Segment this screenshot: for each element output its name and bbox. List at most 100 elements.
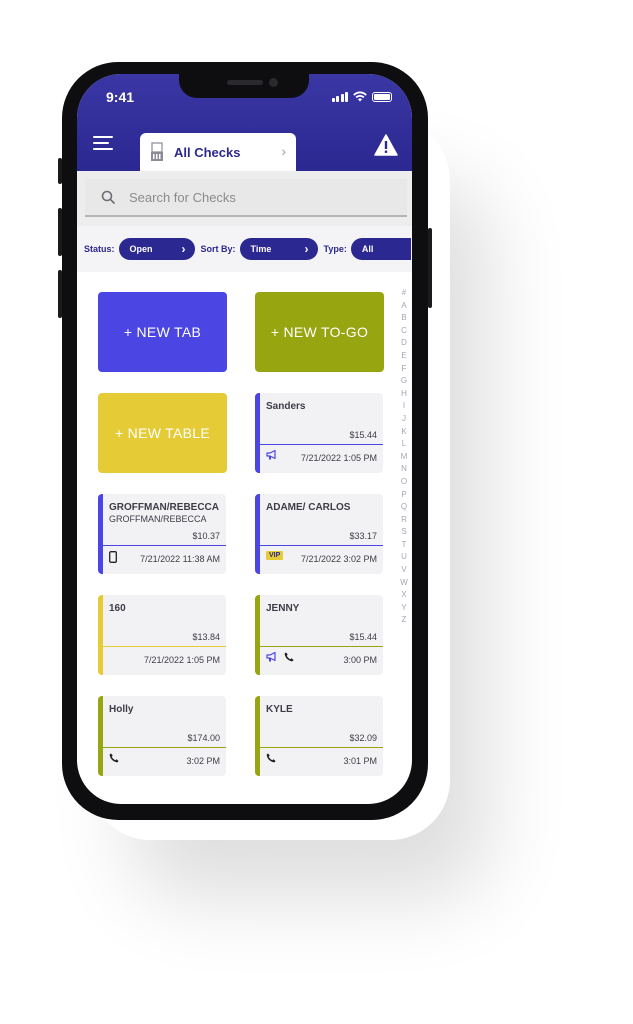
alphabet-letter[interactable]: G	[399, 375, 409, 388]
new-tab-button[interactable]: + NEW TAB	[98, 292, 227, 372]
alphabet-letter[interactable]: #	[399, 287, 409, 300]
notch	[179, 74, 309, 98]
side-button	[58, 158, 62, 184]
tab-label: All Checks	[174, 144, 241, 160]
battery-icon	[372, 92, 392, 102]
alphabet-letter[interactable]: P	[399, 489, 409, 502]
check-divider	[260, 646, 383, 647]
alphabet-letter[interactable]: F	[399, 363, 409, 376]
alphabet-letter[interactable]: H	[399, 388, 409, 401]
alphabet-letter[interactable]: L	[399, 438, 409, 451]
warning-icon[interactable]	[374, 134, 398, 156]
alphabet-letter[interactable]: J	[399, 413, 409, 426]
alphabet-letter[interactable]: R	[399, 514, 409, 527]
megaphone-icon	[266, 652, 278, 662]
alphabet-letter[interactable]: S	[399, 526, 409, 539]
check-divider	[103, 747, 226, 748]
speaker	[227, 80, 263, 85]
check-amount: $33.17	[349, 531, 377, 541]
app-header: 9:41 All Checks ›	[77, 74, 412, 171]
check-card[interactable]: KYLE $32.09 3:01 PM	[255, 696, 383, 776]
check-accent-bar	[255, 393, 260, 473]
new-table-button[interactable]: + NEW TABLE	[98, 393, 227, 473]
check-card[interactable]: 160 $13.84 7/21/2022 1:05 PM	[98, 595, 226, 675]
alphabet-letter[interactable]: C	[399, 325, 409, 338]
alphabet-letter[interactable]: I	[399, 400, 409, 413]
check-card[interactable]: GROFFMAN/REBECCA GROFFMAN/REBECCA $10.37 7/…	[98, 494, 226, 574]
camera	[269, 78, 278, 87]
megaphone-icon	[266, 450, 278, 460]
alphabet-letter[interactable]: E	[399, 350, 409, 363]
alphabet-letter[interactable]: W	[399, 577, 409, 590]
check-datetime: 3:01 PM	[343, 756, 377, 766]
alphabet-index[interactable]: # A B C D E F G H I J K L M N O P Q R S T U V W X Y Z	[399, 287, 409, 627]
hamburger-menu-icon[interactable]	[93, 136, 113, 152]
alphabet-letter[interactable]: K	[399, 426, 409, 439]
alphabet-letter[interactable]: V	[399, 564, 409, 577]
check-amount: $13.84	[192, 632, 220, 642]
check-accent-bar	[255, 494, 260, 574]
check-datetime: 7/21/2022 11:38 AM	[140, 554, 220, 564]
check-icons	[109, 551, 117, 563]
check-divider	[260, 747, 383, 748]
check-divider	[103, 646, 226, 647]
check-name: KYLE	[266, 704, 293, 715]
search-box[interactable]	[85, 179, 407, 217]
alphabet-letter[interactable]: B	[399, 312, 409, 325]
check-divider	[260, 545, 383, 546]
app-screen: 9:41 All Checks › Search for Checks Stat…	[77, 74, 412, 804]
check-divider	[103, 545, 226, 546]
check-amount: $10.37	[192, 531, 220, 541]
check-icons: VIP	[266, 551, 284, 560]
mobile-phone-icon	[109, 551, 117, 563]
check-name: ADAME/ CARLOS	[266, 502, 351, 513]
search-input[interactable]	[129, 189, 369, 205]
alphabet-letter[interactable]: O	[399, 476, 409, 489]
status-filter-pill[interactable]: Open ›	[118, 238, 195, 260]
check-amount: $174.00	[187, 733, 220, 743]
alphabet-letter[interactable]: Y	[399, 602, 409, 615]
phone-icon	[266, 753, 276, 763]
check-card[interactable]: Sanders $15.44 7/21/2022 1:05 PM	[255, 393, 383, 473]
status-filter-value: Open	[129, 244, 153, 254]
new-togo-button[interactable]: + NEW TO-GO	[255, 292, 384, 372]
check-icons	[266, 652, 294, 662]
signal-icon	[331, 92, 348, 102]
alphabet-letter[interactable]: A	[399, 300, 409, 313]
alphabet-letter[interactable]: T	[399, 539, 409, 552]
status-icons	[331, 91, 392, 102]
check-name: Holly	[109, 704, 134, 715]
check-card[interactable]: JENNY $15.44 3:00 PM	[255, 595, 383, 675]
type-filter-value: All	[361, 244, 374, 254]
check-amount: $32.09	[349, 733, 377, 743]
check-icons	[266, 753, 276, 763]
alphabet-letter[interactable]: U	[399, 551, 409, 564]
check-card[interactable]: Holly $174.00 3:02 PM	[98, 696, 226, 776]
phone-icon	[109, 753, 119, 763]
check-name: 160	[109, 603, 126, 614]
alphabet-letter[interactable]: D	[399, 337, 409, 350]
all-checks-tab[interactable]: All Checks ›	[140, 133, 296, 171]
vip-badge: VIP	[266, 551, 284, 560]
sort-filter-value: Time	[250, 244, 272, 254]
check-icons	[266, 450, 278, 460]
check-datetime: 7/21/2022 3:02 PM	[300, 554, 377, 564]
check-amount: $15.44	[349, 632, 377, 642]
check-accent-bar	[98, 696, 103, 776]
phone-icon	[284, 652, 294, 662]
alphabet-letter[interactable]: N	[399, 463, 409, 476]
wifi-icon	[353, 91, 367, 102]
sort-filter-label: Sort By:	[200, 244, 236, 254]
check-card[interactable]: ADAME/ CARLOS $33.17 VIP 7/21/2022 3:02 PM	[255, 494, 383, 574]
volume-down-button	[58, 270, 62, 318]
search-icon	[101, 190, 115, 204]
sort-filter-pill[interactable]: Time ›	[239, 238, 318, 260]
alphabet-letter[interactable]: Q	[399, 501, 409, 514]
screen-bottom	[77, 784, 412, 804]
check-name: JENNY	[266, 603, 300, 614]
alphabet-letter[interactable]: X	[399, 589, 409, 602]
check-amount: $15.44	[349, 430, 377, 440]
alphabet-letter[interactable]: M	[399, 451, 409, 464]
alphabet-letter[interactable]: Z	[399, 614, 409, 627]
type-filter-pill[interactable]: All	[350, 238, 411, 260]
